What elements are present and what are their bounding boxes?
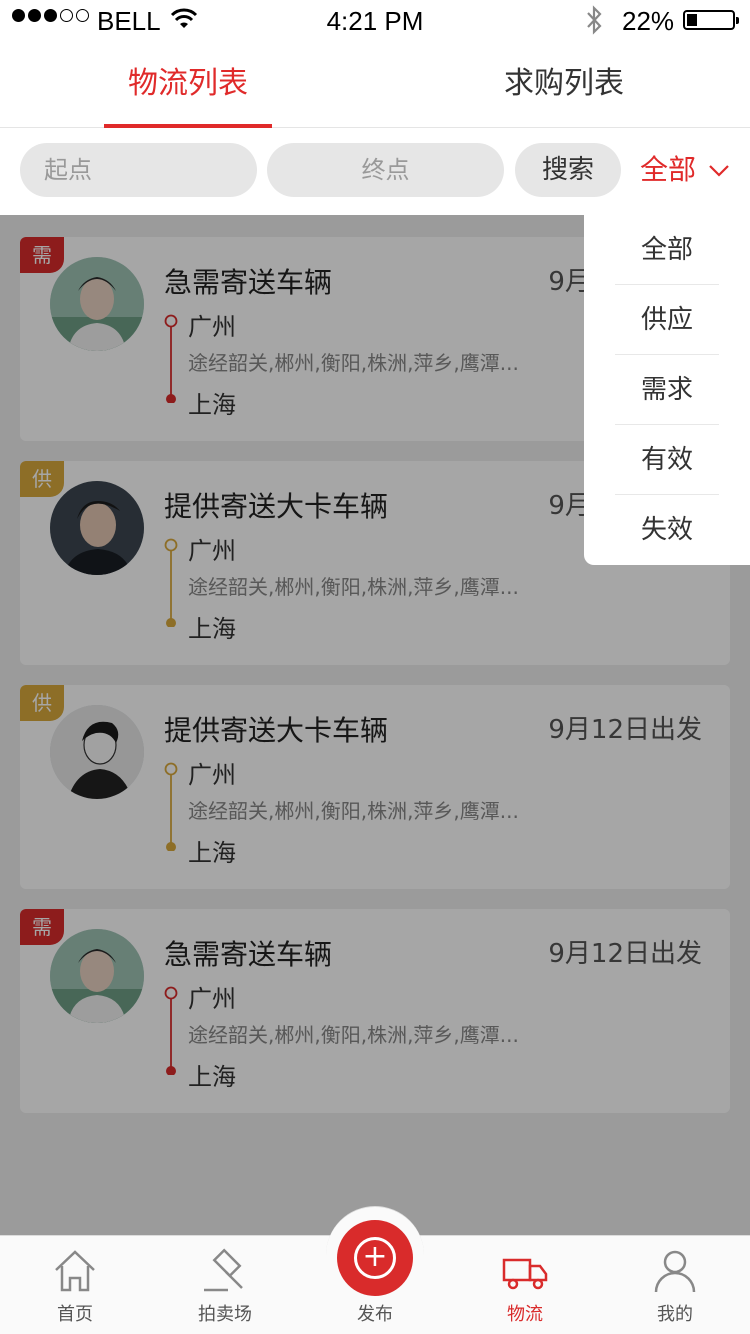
tab-logistics-list[interactable]: 物流列表 bbox=[104, 40, 272, 128]
destination-input[interactable]: 终点 bbox=[267, 143, 504, 197]
battery-icon bbox=[683, 10, 739, 30]
origin-input[interactable]: 起点 bbox=[20, 143, 257, 197]
nav-label: 发布 bbox=[357, 1304, 393, 1325]
tab-bar: 物流列表 求购列表 bbox=[0, 40, 750, 128]
battery-percent: 22% bbox=[622, 6, 675, 36]
nav-item-me[interactable]: 我的 bbox=[600, 1236, 750, 1334]
user-icon bbox=[654, 1250, 696, 1293]
filter-dropdown[interactable]: 全部 bbox=[640, 143, 729, 197]
nav-item-auction[interactable]: 拍卖场 bbox=[150, 1236, 300, 1334]
status-bar: BELL 4:21 PM 22% bbox=[0, 0, 750, 40]
bluetooth-icon bbox=[587, 5, 602, 35]
search-button[interactable]: 搜索 bbox=[515, 143, 621, 197]
dropdown-option-valid[interactable]: 有效 bbox=[615, 425, 719, 495]
filter-value: 全部 bbox=[640, 153, 697, 186]
dropdown-option-expired[interactable]: 失效 bbox=[615, 495, 719, 565]
truck-icon bbox=[502, 1258, 548, 1290]
tab-purchase-list[interactable]: 求购列表 bbox=[480, 40, 648, 128]
dropdown-option-demand[interactable]: 需求 bbox=[615, 355, 719, 425]
nav-label: 首页 bbox=[57, 1304, 93, 1325]
tab-label: 物流列表 bbox=[128, 66, 248, 101]
auction-hammer-icon bbox=[204, 1248, 243, 1292]
plus-circle-icon: + bbox=[337, 1220, 413, 1296]
nav-item-publish[interactable]: + 发布 bbox=[300, 1220, 450, 1334]
nav-item-home[interactable]: 首页 bbox=[0, 1236, 150, 1334]
nav-label: 我的 bbox=[657, 1304, 693, 1325]
nav-item-logistics[interactable]: 物流 bbox=[450, 1236, 600, 1334]
search-bar: 起点 终点 搜索 全部 bbox=[0, 128, 750, 215]
nav-label: 物流 bbox=[507, 1304, 543, 1325]
nav-label: 拍卖场 bbox=[198, 1304, 252, 1325]
tab-label: 求购列表 bbox=[504, 66, 624, 101]
filter-dropdown-menu: 全部 供应 需求 有效 失效 bbox=[584, 215, 750, 565]
home-icon bbox=[55, 1250, 95, 1292]
dropdown-option-supply[interactable]: 供应 bbox=[615, 285, 719, 355]
chevron-down-icon bbox=[709, 165, 729, 177]
dropdown-option-all[interactable]: 全部 bbox=[615, 215, 719, 285]
bottom-nav: 首页 拍卖场 + 发布 物流 我的 bbox=[0, 1206, 750, 1334]
